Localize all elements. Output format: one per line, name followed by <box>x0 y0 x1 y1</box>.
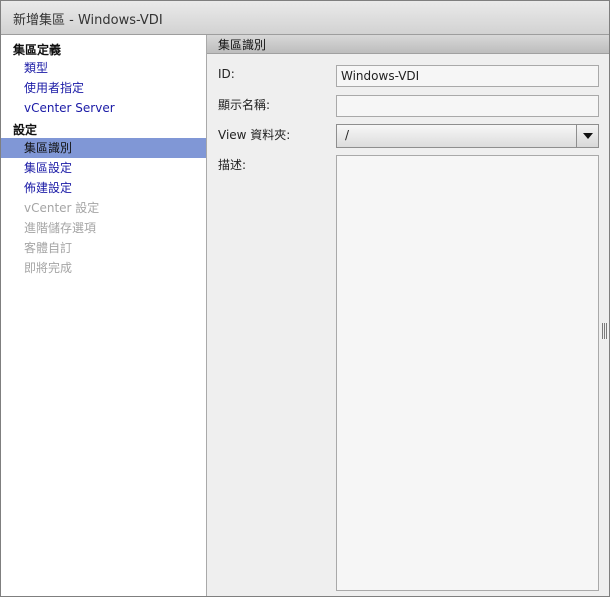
nav-item-vcenter-settings: vCenter 設定 <box>24 201 100 215</box>
window-title: 新增集區 - Windows-VDI <box>13 13 163 28</box>
nav-item-advanced-storage: 進階儲存選項 <box>24 221 97 235</box>
section-header: 集區識別 <box>207 35 609 54</box>
description-label: 描述: <box>218 158 247 172</box>
nav-item-type[interactable]: 類型 <box>1 58 206 78</box>
nav-item-ready-to-complete: 即將完成 <box>24 261 73 275</box>
nav-group-settings: 設定 <box>13 123 38 137</box>
display-name-label: 顯示名稱: <box>218 98 271 112</box>
nav-group-pool-definition: 集區定義 <box>13 43 62 57</box>
view-folder-value: / <box>345 128 350 142</box>
nav-item-pool-settings[interactable]: 集區設定 <box>1 158 206 178</box>
title-bar[interactable]: 新增集區 - Windows-VDI <box>1 1 609 35</box>
main-panel: 集區識別 ID: 顯示名稱: View 資料夾: / 描述: <box>207 35 609 596</box>
id-label: ID: <box>218 67 235 81</box>
nav-item-vcenter-server[interactable]: vCenter Server <box>1 98 206 118</box>
section-title: 集區識別 <box>218 38 267 52</box>
new-pool-dialog: 新增集區 - Windows-VDI 集區定義 類型 使用者指定 vCenter… <box>0 0 610 597</box>
nav-item-provisioning-settings[interactable]: 佈建設定 <box>1 178 206 198</box>
view-folder-label: View 資料夾: <box>218 128 291 142</box>
nav-item-pool-identification[interactable]: 集區識別 <box>1 138 206 158</box>
nav-item-guest-customization: 客體自訂 <box>24 241 73 255</box>
wizard-sidebar: 集區定義 類型 使用者指定 vCenter Server 設定 集區識別 集區設… <box>1 35 207 596</box>
resize-grip-icon[interactable] <box>602 323 608 339</box>
nav-item-user-assignment[interactable]: 使用者指定 <box>1 78 206 98</box>
display-name-field[interactable] <box>336 95 599 117</box>
view-folder-select[interactable]: / <box>336 124 599 148</box>
chevron-down-icon[interactable] <box>576 125 598 147</box>
id-field[interactable] <box>336 65 599 87</box>
description-field[interactable] <box>336 155 599 591</box>
